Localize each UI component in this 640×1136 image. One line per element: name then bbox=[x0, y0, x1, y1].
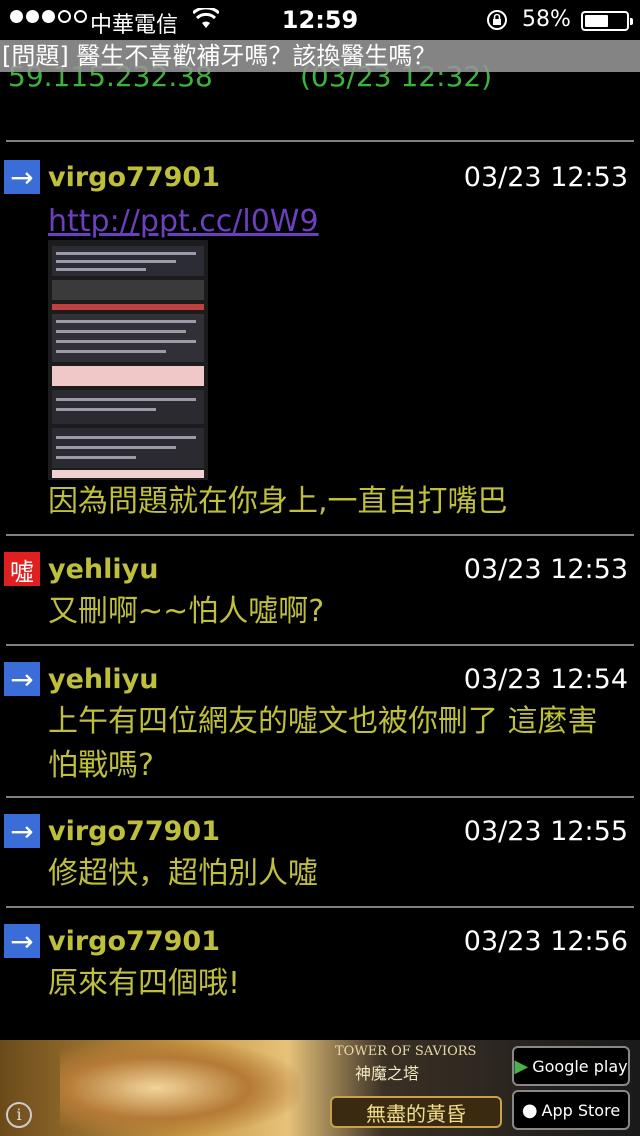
push-user[interactable]: yehliyu bbox=[48, 552, 158, 588]
push-message: 原來有四個哦! bbox=[48, 966, 241, 1001]
rotation-lock-icon bbox=[487, 10, 507, 30]
push-link[interactable]: http://ppt.cc/l0W9 bbox=[48, 202, 319, 242]
google-play-icon: ▶ bbox=[514, 1055, 529, 1077]
app-store-button[interactable]: ● App Store bbox=[512, 1090, 630, 1130]
divider bbox=[6, 796, 634, 798]
arrow-tag-icon: → bbox=[4, 160, 40, 194]
arrow-tag-icon: → bbox=[4, 662, 40, 696]
article-title-bar[interactable]: [問題] 醫生不喜歡補牙嗎？該換醫生嗎？ bbox=[0, 40, 640, 72]
push-message: 上午有四位網友的噓文也被你刪了 這麼害怕戰嗎? bbox=[48, 704, 598, 783]
divider bbox=[6, 140, 634, 142]
info-icon[interactable]: i bbox=[6, 1102, 32, 1128]
battery-fill bbox=[585, 15, 608, 27]
boo-tag-icon: 噓 bbox=[4, 552, 40, 586]
push-message: 因為問題就在你身上,一直自打嘴巴 bbox=[48, 484, 508, 519]
push-user[interactable]: virgo77901 bbox=[48, 924, 220, 960]
ad-game-title-cn: 神魔之塔 bbox=[355, 1064, 420, 1083]
ad-hero-image bbox=[60, 1040, 300, 1136]
divider bbox=[6, 644, 634, 646]
push-user[interactable]: virgo77901 bbox=[48, 160, 220, 196]
push-time: 03/23 12:53 bbox=[463, 554, 628, 585]
status-bar: 中華電信 12:59 58% bbox=[0, 0, 640, 40]
battery-icon bbox=[581, 11, 633, 31]
app-store-label: App Store bbox=[541, 1100, 621, 1120]
arrow-tag-icon: → bbox=[4, 814, 40, 848]
ad-banner[interactable]: i TOWER OF SAVIORS 神魔之塔 無盡的黃昏 ▶ Google p… bbox=[0, 1040, 640, 1136]
push-time: 03/23 12:54 bbox=[463, 664, 628, 695]
google-play-label: Google play bbox=[532, 1056, 628, 1076]
divider bbox=[6, 534, 634, 536]
battery-percent: 58% bbox=[522, 7, 571, 32]
arrow-tag-icon: → bbox=[4, 924, 40, 958]
push-message: 修超快，超怕別人噓 bbox=[48, 856, 318, 891]
ad-cta-button[interactable]: 無盡的黃昏 bbox=[330, 1096, 502, 1128]
push-user[interactable]: virgo77901 bbox=[48, 814, 220, 850]
push-time: 03/23 12:55 bbox=[463, 816, 628, 847]
google-play-button[interactable]: ▶ Google play bbox=[512, 1046, 630, 1086]
push-time: 03/23 12:56 bbox=[463, 926, 628, 957]
push-user[interactable]: yehliyu bbox=[48, 662, 158, 698]
divider bbox=[6, 906, 634, 908]
ad-game-title: TOWER OF SAVIORS bbox=[335, 1044, 477, 1059]
apple-icon: ● bbox=[521, 1099, 538, 1121]
push-message: 又刪啊~~怕人噓啊? bbox=[48, 594, 325, 629]
push-time: 03/23 12:53 bbox=[463, 162, 628, 193]
push-image-thumbnail[interactable] bbox=[48, 240, 208, 480]
